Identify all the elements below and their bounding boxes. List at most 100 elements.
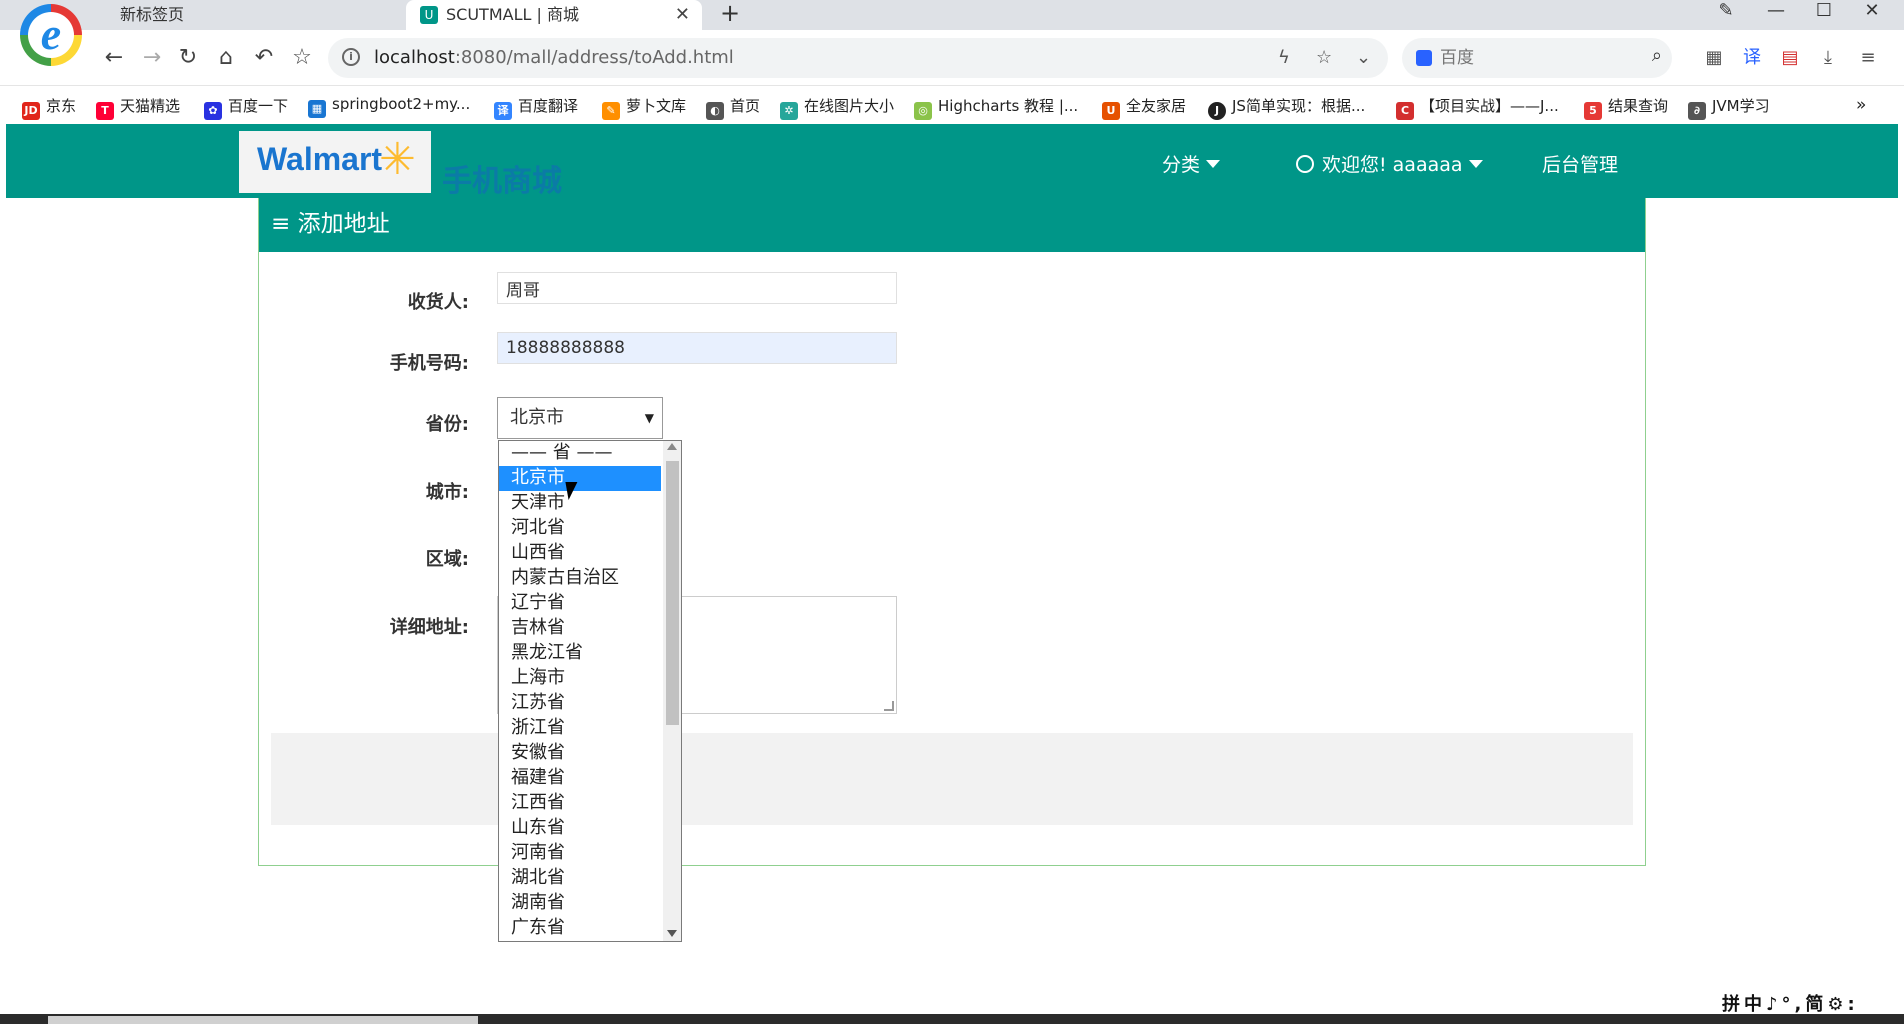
- province-option[interactable]: 辽宁省: [499, 591, 661, 616]
- search-input[interactable]: [1440, 46, 1630, 70]
- receiver-input[interactable]: [497, 272, 897, 304]
- pen-icon: ✎: [602, 102, 620, 120]
- province-option[interactable]: 山东省: [499, 816, 661, 841]
- bookmark-item[interactable]: J JS简单实现：根据...: [1208, 95, 1365, 120]
- bookmark-item[interactable]: ◎ Highcharts 教程 |...: [914, 95, 1078, 120]
- bookmark-label: 京东: [46, 97, 77, 115]
- tab-new-tab[interactable]: 新标签页: [96, 0, 402, 30]
- forward-icon[interactable]: →: [138, 44, 166, 72]
- bookmark-item[interactable]: C 【项目实战】——J...: [1396, 95, 1559, 120]
- bookmark-item[interactable]: T 天猫精选: [96, 95, 180, 120]
- province-option[interactable]: 广东省: [499, 916, 661, 941]
- grid-icon[interactable]: ▦: [1702, 46, 1726, 70]
- form-footer: [271, 733, 1633, 825]
- receiver-label: 收货人:: [407, 292, 469, 313]
- bookmark-item[interactable]: 5 结果查询: [1584, 95, 1668, 120]
- search-box[interactable]: ⌕: [1402, 38, 1672, 78]
- url-text[interactable]: localhost:8080/mall/address/toAdd.html: [374, 47, 734, 68]
- bookmark-item[interactable]: U 全友家居: [1102, 95, 1186, 120]
- favorite-star-icon[interactable]: ☆: [288, 44, 316, 72]
- url-path: :8080/mall/address/toAdd.html: [454, 47, 734, 68]
- bookmark-label: 首页: [730, 97, 761, 115]
- search-icon[interactable]: ⌕: [1652, 45, 1662, 66]
- bookmark-item[interactable]: ∂ JVM学习: [1688, 95, 1770, 120]
- globe-icon: ◐: [706, 102, 724, 120]
- minimize-icon[interactable]: —: [1756, 0, 1796, 22]
- bookmark-item[interactable]: 译百度翻译: [494, 95, 578, 120]
- bookmark-star-icon[interactable]: ☆: [1316, 47, 1332, 68]
- bookmarks-more-icon[interactable]: »: [1856, 95, 1866, 115]
- province-option[interactable]: 福建省: [499, 766, 661, 791]
- scrollbar-thumb[interactable]: [666, 461, 679, 725]
- province-option[interactable]: 山西省: [499, 541, 661, 566]
- scroll-up-icon[interactable]: [667, 443, 677, 450]
- walmart-logo[interactable]: Walmart ✳: [239, 131, 431, 193]
- home-icon[interactable]: ⌂: [212, 44, 240, 72]
- province-option[interactable]: 浙江省: [499, 716, 661, 741]
- tab-label: 新标签页: [120, 5, 185, 24]
- nav-category-label: 分类: [1162, 154, 1201, 176]
- tmall-icon: T: [96, 102, 114, 120]
- province-option[interactable]: 内蒙古自治区: [499, 566, 661, 591]
- note-icon[interactable]: ✎: [1706, 0, 1746, 22]
- province-option[interactable]: 河北省: [499, 516, 661, 541]
- bookmark-item[interactable]: ✿ 百度一下: [204, 95, 288, 120]
- area-label: 区域:: [425, 549, 469, 570]
- close-tab-icon[interactable]: ✕: [675, 0, 690, 30]
- nav-category[interactable]: 分类: [1162, 150, 1221, 177]
- province-option[interactable]: 湖北省: [499, 866, 661, 891]
- chevron-down-icon[interactable]: ⌄: [1356, 47, 1371, 68]
- city-label: 城市:: [425, 482, 469, 503]
- province-option[interactable]: 湖南省: [499, 891, 661, 916]
- tab-label: SCUTMALL | 商城: [446, 5, 579, 24]
- close-window-icon[interactable]: ✕: [1852, 0, 1892, 22]
- province-option[interactable]: 天津市: [499, 491, 661, 516]
- caret-down-icon: [1468, 160, 1483, 168]
- maximize-icon[interactable]: ☐: [1804, 0, 1844, 22]
- phone-input[interactable]: [497, 332, 897, 364]
- download-icon[interactable]: ⤓: [1816, 46, 1840, 70]
- bookmark-item[interactable]: ✲ 在线图片大小: [780, 95, 894, 120]
- lightning-icon[interactable]: ϟ: [1278, 47, 1290, 68]
- dropdown-scrollbar[interactable]: [663, 441, 681, 941]
- springboot-icon: ▦: [308, 100, 326, 118]
- province-label: 省份:: [425, 414, 469, 435]
- address-bar[interactable]: i localhost:8080/mall/address/toAdd.html…: [328, 38, 1388, 78]
- menu-icon[interactable]: ≡: [1856, 46, 1880, 70]
- nav-user[interactable]: 欢迎您! aaaaaa: [1296, 150, 1483, 177]
- translate-icon[interactable]: 译: [1740, 46, 1764, 70]
- province-option[interactable]: 黑龙江省: [499, 641, 661, 666]
- horizontal-scrollbar-thumb[interactable]: [48, 1016, 478, 1024]
- province-select[interactable]: 北京市 ▼: [497, 397, 663, 439]
- pdf-icon[interactable]: ▤: [1778, 46, 1802, 70]
- province-option[interactable]: 江苏省: [499, 691, 661, 716]
- province-option[interactable]: 江西省: [499, 791, 661, 816]
- tab-scutmall[interactable]: U SCUTMALL | 商城 ✕: [406, 0, 702, 30]
- undo-icon[interactable]: ↶: [250, 44, 278, 72]
- ime-toolbar[interactable]: 拼中♪°,简⚙:: [1722, 990, 1859, 1016]
- province-option[interactable]: 安徽省: [499, 741, 661, 766]
- horizontal-scrollbar[interactable]: [0, 1014, 1904, 1024]
- province-option[interactable]: 上海市: [499, 666, 661, 691]
- scroll-down-icon[interactable]: [667, 930, 677, 937]
- province-option[interactable]: 北京市: [499, 466, 661, 491]
- bookmark-label: JVM学习: [1712, 97, 1770, 115]
- baidu-paw-icon: ✿: [204, 102, 222, 120]
- browser-tab-bar: 新标签页 U SCUTMALL | 商城 ✕ + ✎ — ☐ ✕: [0, 0, 1904, 30]
- bookmark-label: springboot2+my...: [332, 95, 471, 113]
- back-icon[interactable]: ←: [100, 44, 128, 72]
- logo-text: Walmart: [257, 141, 383, 177]
- bookmark-item[interactable]: ✎ 萝卜文库: [602, 95, 686, 120]
- new-tab-icon[interactable]: +: [720, 0, 740, 27]
- bookmark-item[interactable]: ◐ 首页: [706, 95, 760, 120]
- reload-icon[interactable]: ↻: [174, 44, 202, 72]
- nav-admin[interactable]: 后台管理: [1542, 150, 1618, 177]
- province-option[interactable]: —— 省 ——: [499, 441, 661, 466]
- province-option[interactable]: 河南省: [499, 841, 661, 866]
- province-dropdown-list[interactable]: —— 省 —— 北京市 天津市 河北省 山西省 内蒙古自治区 辽宁省 吉林省 黑龙江省 上海市 江苏…: [498, 440, 682, 942]
- province-option[interactable]: 吉林省: [499, 616, 661, 641]
- bookmark-item[interactable]: ▦ springboot2+my...: [308, 95, 470, 118]
- site-info-icon[interactable]: i: [342, 48, 360, 66]
- bookmark-item[interactable]: JD 京东: [22, 95, 76, 120]
- site-subtitle: 手机商城: [442, 164, 562, 199]
